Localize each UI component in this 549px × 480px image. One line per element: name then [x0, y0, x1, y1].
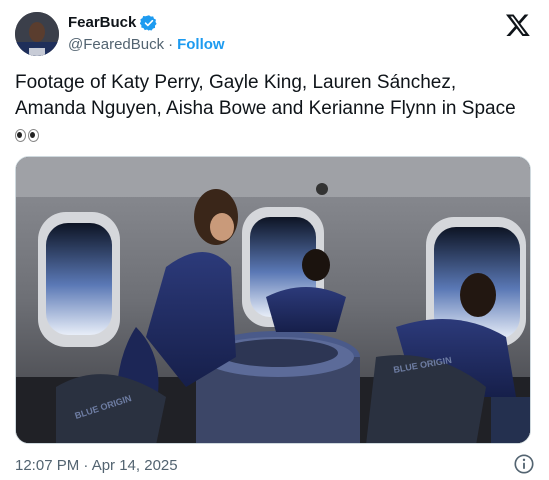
media-scene: BLUE ORIGIN BLUE ORIGIN: [16, 157, 530, 443]
tweet-text-line-2: Amanda Nguyen, Aisha Bowe and Kerianne F…: [15, 98, 516, 119]
author-name-row: FearBuck: [68, 14, 158, 32]
author-handle[interactable]: @FearedBuck: [68, 36, 164, 54]
x-logo-icon[interactable]: [505, 12, 531, 38]
eye-right: [28, 129, 39, 143]
tweet-text: Footage of Katy Perry, Gayle King, Laure…: [15, 70, 535, 148]
eye-left: [15, 129, 26, 143]
avatar-image: [15, 12, 59, 56]
follow-button[interactable]: Follow: [177, 36, 225, 54]
info-icon[interactable]: [513, 453, 535, 475]
tweet-card: FearBuck @FearedBuck · Follow Footage of…: [0, 0, 549, 480]
author-display-name[interactable]: FearBuck: [68, 14, 136, 32]
verified-badge-icon: [140, 14, 158, 32]
eyes-emoji-icon: [15, 129, 39, 143]
author-handle-row: @FearedBuck · Follow: [68, 36, 225, 54]
tweet-text-line-1: Footage of Katy Perry, Gayle King, Laure…: [15, 72, 457, 93]
tweet-timestamp[interactable]: 12:07 PM · Apr 14, 2025: [15, 457, 178, 475]
window-1: [38, 212, 120, 347]
tweet-media-video[interactable]: BLUE ORIGIN BLUE ORIGIN: [15, 156, 531, 444]
separator-dot: ·: [168, 36, 174, 53]
avatar[interactable]: [15, 12, 59, 56]
